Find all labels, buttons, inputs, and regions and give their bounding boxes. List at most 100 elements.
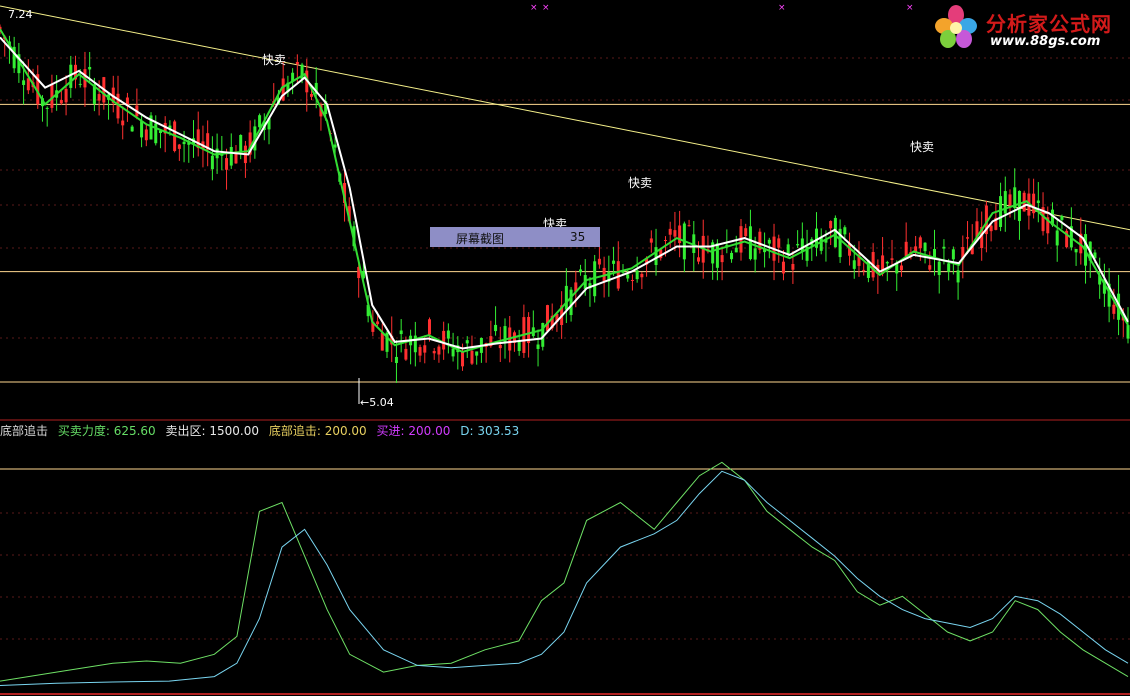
candle-body — [1074, 248, 1078, 253]
candle-body — [418, 347, 422, 356]
candle-body — [654, 247, 658, 266]
candle-body — [1126, 325, 1130, 339]
candle-body — [843, 227, 847, 235]
candle-body — [239, 134, 243, 152]
candle-body — [597, 258, 601, 265]
candle-body — [309, 94, 313, 97]
candle-body — [333, 144, 337, 148]
candle-body — [989, 225, 993, 232]
sell-signal-label-1: 快卖 — [628, 176, 652, 190]
candle-body — [394, 356, 398, 364]
candle-body — [697, 257, 701, 262]
candle-body — [767, 239, 771, 244]
candle-body — [744, 228, 748, 237]
candle-body — [862, 269, 866, 271]
candle-body — [446, 330, 450, 339]
buy-marker-1: × — [542, 3, 550, 13]
tooltip-label: 屏幕截图 — [456, 232, 505, 246]
candle-body — [545, 305, 549, 331]
candle-body — [781, 261, 785, 274]
candle-body — [64, 88, 68, 103]
legend-item-0: 底部追击 — [0, 424, 49, 438]
candle-body — [649, 238, 653, 243]
candle-body — [1017, 190, 1021, 222]
candle-body — [258, 115, 262, 128]
candle-body — [899, 265, 903, 271]
candle-body — [1060, 216, 1064, 220]
indicator-d-line — [0, 470, 1129, 686]
high-price-label: 7.24 — [8, 8, 33, 21]
candle-body — [668, 228, 672, 235]
candle-body — [640, 273, 644, 278]
ma-green-line — [0, 28, 1129, 353]
candle-body — [1112, 304, 1116, 314]
stock-chart: 7.24←5.04快卖快卖快卖快卖× × × × — [0, 3, 1130, 695]
candle-body — [140, 121, 144, 138]
candle-body — [376, 321, 380, 325]
candle-body — [423, 345, 427, 353]
legend-item-5: D: 303.53 — [460, 424, 520, 438]
candle-body — [470, 350, 474, 364]
tooltip-value: 35 — [570, 230, 586, 244]
candle-body — [715, 243, 719, 268]
candle-body — [1036, 200, 1040, 204]
candle-body — [687, 225, 691, 227]
candle-body — [720, 255, 724, 263]
candle-body — [951, 249, 955, 260]
candle-body — [1003, 191, 1007, 214]
candle-body — [22, 80, 26, 85]
candle-body — [154, 123, 158, 144]
candle-body — [88, 66, 92, 70]
candle-body — [442, 330, 446, 350]
candle-body — [829, 221, 833, 229]
sell-signal-label-3: 快卖 — [910, 140, 934, 154]
candle-body — [97, 94, 101, 101]
candle-body — [1055, 230, 1059, 246]
candle-body — [673, 230, 677, 237]
screenshot-tooltip: 屏幕截图 35 — [430, 227, 600, 247]
candle-body — [295, 62, 299, 65]
candle-body — [498, 345, 502, 349]
candle-body — [885, 262, 889, 264]
logo-url: www.88gs.com — [990, 34, 1101, 49]
candle-body — [1008, 194, 1012, 206]
candle-body — [177, 144, 181, 149]
candle-body — [904, 241, 908, 257]
candle-body — [121, 120, 125, 126]
candle-body — [1032, 193, 1036, 214]
candle-body — [437, 346, 441, 355]
buy-marker-0: × — [530, 3, 538, 13]
candle-body — [427, 319, 431, 335]
candle-body — [494, 324, 498, 332]
candle-body — [475, 351, 479, 356]
candle-body — [937, 261, 941, 276]
candle-body — [579, 269, 583, 273]
indicator-legend: 底部追击 买卖力度: 625.60 卖出区: 1500.00 底部追击: 200… — [0, 422, 525, 439]
candle-body — [432, 351, 436, 354]
candle-body — [26, 78, 30, 91]
candle-body — [465, 340, 469, 344]
ma-white-line — [0, 36, 1129, 350]
candle-body — [130, 126, 134, 132]
candle-body — [612, 260, 616, 264]
legend-item-1: 买卖力度: 625.60 — [57, 424, 156, 438]
candle-body — [734, 247, 738, 253]
candle-body — [730, 252, 734, 260]
candle-body — [663, 240, 667, 242]
flower-logo-icon — [935, 5, 977, 48]
candle-body — [791, 263, 795, 270]
candle-body — [630, 279, 634, 281]
candle-body — [210, 155, 214, 170]
candle-body — [923, 242, 927, 252]
candle-body — [626, 274, 630, 279]
candle-body — [635, 270, 639, 280]
candle-body — [451, 348, 455, 357]
candle-body — [918, 237, 922, 249]
candle-body — [45, 107, 49, 109]
candle-body — [225, 158, 229, 170]
candle-body — [942, 246, 946, 249]
buy-marker-2: × — [778, 3, 786, 13]
candle-body — [78, 83, 82, 85]
logo-brand: 分析家公式网 — [986, 12, 1112, 36]
legend-item-4: 买进: 200.00 — [376, 424, 451, 438]
